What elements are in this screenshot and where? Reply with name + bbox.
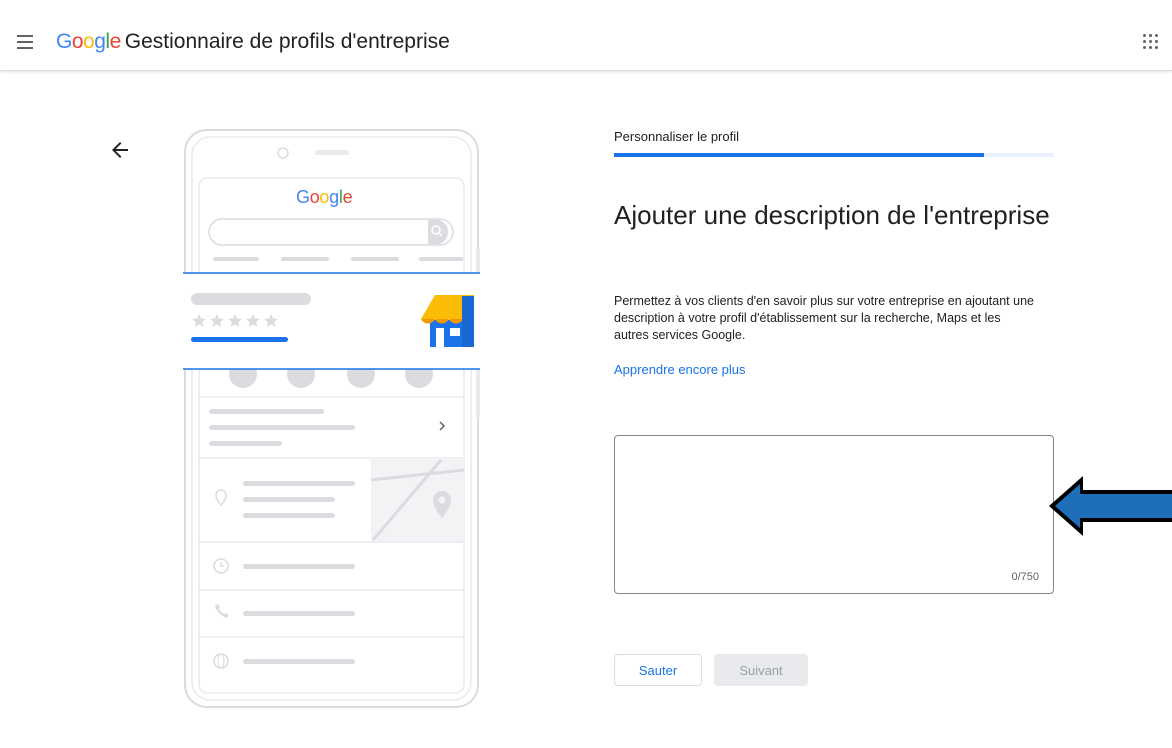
skip-button[interactable]: Sauter bbox=[614, 654, 702, 686]
illustration-google-logo: Google bbox=[296, 187, 353, 207]
business-profile-illustration: Google bbox=[168, 128, 497, 710]
progress-bar bbox=[614, 153, 1054, 157]
progress-bar-fill bbox=[614, 153, 984, 157]
business-description-input[interactable] bbox=[615, 436, 1053, 593]
arrow-back-icon[interactable] bbox=[108, 138, 132, 162]
hamburger-menu-icon[interactable] bbox=[14, 32, 36, 52]
app-header: Google Gestionnaire de profils d'entrepri… bbox=[0, 0, 1172, 71]
app-title: Google Gestionnaire de profils d'entrepri… bbox=[56, 30, 450, 54]
google-apps-grid-icon[interactable] bbox=[1143, 34, 1159, 50]
business-description-field[interactable]: 0/750 bbox=[614, 435, 1054, 594]
step-label: Personnaliser le profil bbox=[614, 129, 740, 144]
character-counter: 0/750 bbox=[1011, 571, 1039, 583]
learn-more-link[interactable]: Apprendre encore plus bbox=[614, 362, 746, 377]
description-text: Permettez à vos clients d'en savoir plus… bbox=[614, 294, 1034, 342]
callout-arrow-icon bbox=[1046, 473, 1172, 539]
google-logo: Google bbox=[56, 30, 121, 53]
product-name: Gestionnaire de profils d'entreprise bbox=[124, 30, 450, 53]
next-button[interactable]: Suivant bbox=[714, 654, 808, 686]
page-title: Ajouter une description de l'entreprise bbox=[614, 200, 1050, 230]
